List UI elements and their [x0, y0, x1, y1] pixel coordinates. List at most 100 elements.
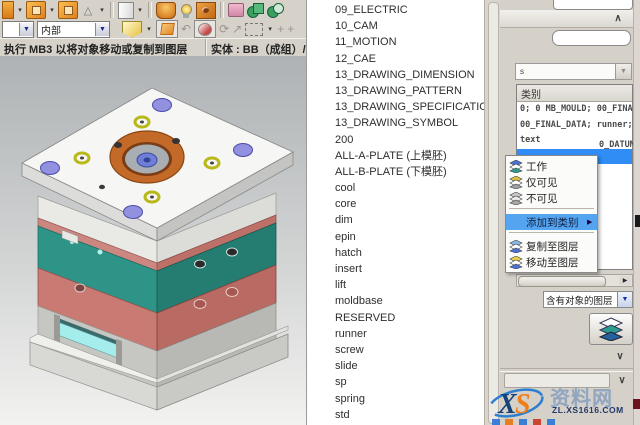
layer-category-list-item[interactable]: spring [307, 391, 484, 407]
sketch-part-icon[interactable] [228, 3, 244, 17]
work-section-value: 内部 [38, 22, 95, 37]
menu-item-label: 复制至图层 [526, 239, 597, 254]
layer-category-list-item[interactable]: 12_CAE [307, 51, 484, 67]
menu-item-layer-invisible[interactable]: 不可见 [506, 190, 597, 206]
layer-work-icon [506, 160, 526, 173]
trimetric-view-icon[interactable] [156, 20, 178, 38]
combo-dropdown-icon[interactable]: ▼ [615, 64, 631, 79]
menu-item-layer-work[interactable]: 工作 [506, 158, 597, 174]
layer-category-list-item[interactable]: insert [307, 261, 484, 277]
category-column-header: 类别 [517, 85, 632, 102]
combo-dropdown-icon[interactable]: ▼ [95, 23, 109, 36]
work-section-combo[interactable]: 内部 ▼ [37, 21, 110, 38]
shaded-view-icon[interactable] [194, 20, 216, 38]
undo-icon[interactable]: ↶ [181, 21, 191, 37]
menu-item-layer-visible-only[interactable]: 仅可见 [506, 174, 597, 190]
pattern-feature-icon[interactable] [26, 1, 46, 19]
dropdown-arrow-icon[interactable]: ▾ [136, 2, 144, 18]
menu-separator [509, 208, 594, 212]
toolbar-row-features: ▾ ▾ △ ▾ ▾ [0, 0, 306, 20]
boolean-unite-icon[interactable] [246, 3, 264, 18]
toolbar-row-view: ▼ 内部 ▼ ▾ ↶ ⟳ ↗ ▾ + + [0, 20, 306, 38]
clipped-feature-icon[interactable] [2, 1, 14, 19]
menu-item-add-to-category[interactable]: 添加到类别▶ [506, 214, 597, 230]
horizontal-scrollbar[interactable]: ▶ [516, 274, 633, 287]
layer-category-list-item[interactable]: 200 [307, 132, 484, 148]
layer-category-list-item[interactable]: screw [307, 342, 484, 358]
layer-category-list-item[interactable]: core [307, 196, 484, 212]
hscroll-thumb[interactable] [518, 276, 606, 287]
layer-category-list-item[interactable]: std [307, 407, 484, 423]
layer-category-list-item[interactable]: 10_CAM [307, 18, 484, 34]
new-sheet-icon[interactable] [118, 2, 134, 19]
toolbar-separator [220, 2, 224, 18]
collapse-up-icon[interactable]: ∧ [608, 11, 628, 25]
category-row[interactable]: 0; 0 MB_MOULD; 00_FINAL [517, 102, 632, 118]
layer-category-list-item[interactable]: slide [307, 358, 484, 374]
dropdown-arrow-icon[interactable]: ▾ [266, 21, 274, 37]
dropdown-arrow-icon[interactable]: ▾ [145, 21, 153, 37]
bulb-icon[interactable] [178, 3, 194, 18]
layer-category-list-item[interactable]: 13_DRAWING_SYMBOL [307, 115, 484, 131]
layer-category-list-item[interactable]: 13_DRAWING_SPECIFICATION [307, 99, 484, 115]
list-scrollbar[interactable] [484, 0, 500, 425]
menu-item-label: 添加到类别 [526, 215, 587, 230]
bottom-collapsed-field[interactable] [504, 373, 610, 388]
layer-category-list-item[interactable]: ALL-A-PLATE (上模胚) [307, 148, 484, 164]
layer-category-list-item[interactable]: ALL-B-PLATE (下模胚) [307, 164, 484, 180]
rectangle-select-icon[interactable] [245, 21, 263, 37]
pan-arrow-icon[interactable]: ↗ [232, 21, 242, 37]
copy-to-layer-icon [506, 240, 526, 253]
layer-category-list-item[interactable]: epin [307, 229, 484, 245]
layer-category-list-item[interactable]: sp [307, 374, 484, 390]
category-row[interactable]: 00_FINAL_DATA; runner; [517, 118, 632, 134]
edge-artifact [633, 399, 640, 409]
layer-category-list-item[interactable]: 13_DRAWING_DIMENSION [307, 67, 484, 83]
layers-filter-value: 含有对象的图层 [544, 293, 617, 307]
layer-search-input[interactable] [552, 30, 631, 46]
move-to-layer-icon [506, 256, 526, 269]
snap-point-icon[interactable] [122, 21, 142, 38]
layer-category-list-item[interactable]: 09_ELECTRIC [307, 2, 484, 18]
category-filter-combo[interactable]: s ▼ [515, 63, 632, 80]
instance-feature-icon[interactable] [58, 1, 78, 19]
status-bar: 执行 MB3 以将对象移动或复制到图层 实体 : BB（成组）/ [0, 38, 306, 57]
clipped-category-row[interactable]: 0_DATUM [599, 140, 635, 150]
submenu-arrow-icon: ▶ [587, 218, 597, 226]
graphics-viewport[interactable] [0, 56, 306, 425]
hscroll-right-icon[interactable]: ▶ [619, 276, 631, 285]
layer-category-list-item[interactable]: RESERVED [307, 310, 484, 326]
layer-category-list-item[interactable]: 13_DRAWING_PATTERN [307, 83, 484, 99]
extrude-icon[interactable] [156, 2, 176, 19]
layer-category-list-item[interactable]: cool [307, 180, 484, 196]
layer-category-list-item[interactable]: lift [307, 277, 484, 293]
datum-plane-icon[interactable]: △ [80, 2, 96, 18]
expand-down-icon[interactable]: ∨ [612, 373, 632, 387]
layer-category-list-item[interactable]: dim [307, 212, 484, 228]
combo-dropdown-icon[interactable]: ▼ [19, 23, 33, 36]
layer-category-list-item[interactable]: runner [307, 326, 484, 342]
combo-dropdown-icon[interactable]: ▼ [617, 292, 632, 307]
layer-category-list-item[interactable]: hatch [307, 245, 484, 261]
layer-settings-button[interactable] [589, 313, 633, 345]
dropdown-arrow-icon[interactable]: ▾ [98, 2, 106, 18]
scroll-down-icon[interactable]: ∨ [610, 349, 630, 363]
application-window: ▾ ▾ △ ▾ ▾ ▼ 内部 ▼ ▾ ↶ ⟳ ↗ [0, 0, 640, 425]
list-scrollbar-thumb[interactable] [488, 2, 499, 424]
hole-feature-icon[interactable] [196, 2, 216, 19]
clipped-top-combo[interactable] [553, 0, 633, 10]
menu-separator [509, 232, 594, 236]
rotate-view-icon[interactable]: ⟳ [219, 21, 229, 37]
layers-filter-combo[interactable]: 含有对象的图层 ▼ [543, 291, 633, 308]
dropdown-arrow-icon[interactable]: ▾ [48, 2, 56, 18]
menu-item-move-to-layer[interactable]: 移动至图层 [506, 254, 597, 270]
snap-crosshair-icon[interactable]: + [287, 21, 294, 37]
menu-item-label: 移动至图层 [526, 255, 597, 270]
selection-scope-combo[interactable]: ▼ [2, 21, 34, 38]
move-object-icon[interactable]: + [277, 21, 284, 37]
dropdown-arrow-icon[interactable]: ▾ [16, 2, 24, 18]
boolean-intersect-icon[interactable] [266, 3, 284, 18]
menu-item-copy-to-layer[interactable]: 复制至图层 [506, 238, 597, 254]
layer-category-list-item[interactable]: moldbase [307, 293, 484, 309]
layer-category-list-item[interactable]: 11_MOTION [307, 34, 484, 50]
